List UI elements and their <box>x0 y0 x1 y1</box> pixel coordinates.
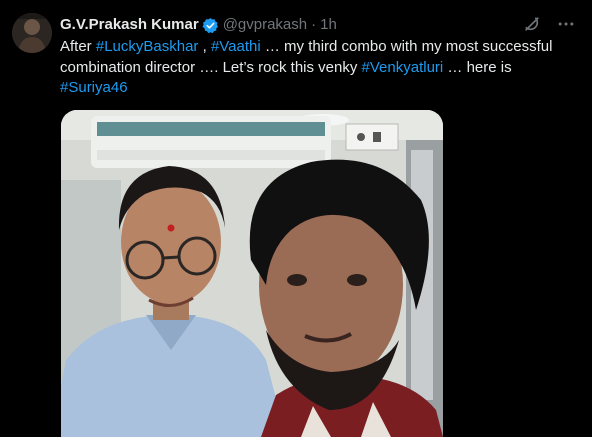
separator-dot: · <box>311 16 317 33</box>
tweet-header: G.V.Prakash Kumar @gvprakash · 1h <box>60 14 576 36</box>
handle[interactable]: @gvprakash <box>223 15 307 35</box>
avatar[interactable] <box>12 13 52 53</box>
more-icon[interactable] <box>556 14 576 34</box>
text-segment: … here is <box>443 58 512 76</box>
hashtag-link[interactable]: #LuckyBaskhar <box>96 38 199 55</box>
header-actions <box>522 14 576 34</box>
hashtag-link[interactable]: #Vaathi <box>211 38 261 55</box>
text-segment: , <box>198 38 211 55</box>
timestamp[interactable]: 1h <box>320 15 337 35</box>
tweet-photo[interactable] <box>61 110 443 437</box>
verified-badge-icon <box>202 17 219 34</box>
display-name[interactable]: G.V.Prakash Kumar <box>60 15 199 35</box>
hashtag-link[interactable]: #Venkyatluri <box>362 59 444 76</box>
hashtag-link[interactable]: #Suriya46 <box>60 79 128 96</box>
grok-icon[interactable] <box>522 14 542 34</box>
text-segment: After <box>60 38 96 55</box>
tweet-text: After #LuckyBaskhar , #Vaathi … my third… <box>60 37 580 99</box>
tweet[interactable]: G.V.Prakash Kumar @gvprakash · 1h After … <box>0 0 592 437</box>
